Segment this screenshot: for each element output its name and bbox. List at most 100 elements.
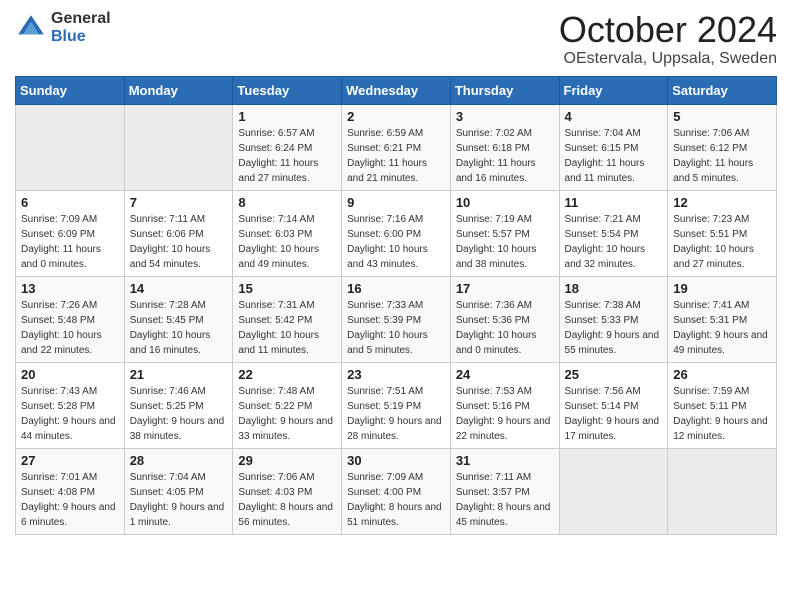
day-number: 8: [238, 195, 337, 210]
day-number: 31: [456, 453, 555, 468]
day-number: 17: [456, 281, 555, 296]
logo-icon: [15, 12, 47, 44]
weekday-header-sunday: Sunday: [16, 76, 125, 104]
calendar-cell: 29 Sunrise: 7:06 AMSunset: 4:03 PMDayligh…: [233, 448, 342, 534]
calendar-cell: [668, 448, 777, 534]
weekday-header-row: SundayMondayTuesdayWednesdayThursdayFrid…: [16, 76, 777, 104]
calendar-cell: 6Sunrise: 7:09 AMSunset: 6:09 PMDaylight…: [16, 190, 125, 276]
logo: General Blue: [15, 10, 111, 45]
day-info: Sunrise: 7:19 AMSunset: 5:57 PMDaylight:…: [456, 212, 555, 272]
calendar-cell: 12 Sunrise: 7:23 AMSunset: 5:51 PMDayligh…: [668, 190, 777, 276]
calendar-week-4: 20 Sunrise: 7:43 AMSunset: 5:28 PMDayligh…: [16, 362, 777, 448]
calendar-cell: 20 Sunrise: 7:43 AMSunset: 5:28 PMDayligh…: [16, 362, 125, 448]
calendar-cell: 9Sunrise: 7:16 AMSunset: 6:00 PMDaylight…: [342, 190, 451, 276]
day-info: Sunrise: 7:11 AMSunset: 6:06 PMDaylight:…: [130, 212, 229, 272]
calendar-cell: 31 Sunrise: 7:11 AMSunset: 3:57 PMDayligh…: [450, 448, 559, 534]
calendar-cell: 7 Sunrise: 7:11 AMSunset: 6:06 PMDaylight…: [124, 190, 233, 276]
calendar-cell: 24 Sunrise: 7:53 AMSunset: 5:16 PMDayligh…: [450, 362, 559, 448]
day-number: 23: [347, 367, 446, 382]
weekday-header-friday: Friday: [559, 76, 668, 104]
calendar-week-2: 6Sunrise: 7:09 AMSunset: 6:09 PMDaylight…: [16, 190, 777, 276]
weekday-header-monday: Monday: [124, 76, 233, 104]
day-number: 2: [347, 109, 446, 124]
day-info: Sunrise: 7:48 AMSunset: 5:22 PMDaylight:…: [238, 384, 337, 444]
day-number: 3: [456, 109, 555, 124]
day-number: 24: [456, 367, 555, 382]
weekday-header-tuesday: Tuesday: [233, 76, 342, 104]
day-number: 15: [238, 281, 337, 296]
day-info: Sunrise: 7:23 AMSunset: 5:51 PMDaylight:…: [673, 212, 772, 272]
calendar-cell: 14Sunrise: 7:28 AMSunset: 5:45 PMDayligh…: [124, 276, 233, 362]
calendar-cell: 10 Sunrise: 7:19 AMSunset: 5:57 PMDayligh…: [450, 190, 559, 276]
calendar-cell: [559, 448, 668, 534]
calendar-cell: 19Sunrise: 7:41 AMSunset: 5:31 PMDayligh…: [668, 276, 777, 362]
day-number: 14: [130, 281, 229, 296]
day-number: 20: [21, 367, 120, 382]
calendar-week-5: 27 Sunrise: 7:01 AMSunset: 4:08 PMDayligh…: [16, 448, 777, 534]
day-number: 12: [673, 195, 772, 210]
weekday-header-saturday: Saturday: [668, 76, 777, 104]
day-info: Sunrise: 7:01 AMSunset: 4:08 PMDaylight:…: [21, 470, 120, 530]
calendar-table: SundayMondayTuesdayWednesdayThursdayFrid…: [15, 76, 777, 535]
day-number: 18: [565, 281, 664, 296]
day-info: Sunrise: 6:57 AMSunset: 6:24 PMDaylight:…: [238, 126, 337, 186]
calendar-cell: 25Sunrise: 7:56 AMSunset: 5:14 PMDayligh…: [559, 362, 668, 448]
day-number: 6: [21, 195, 120, 210]
logo-blue: Blue: [51, 28, 111, 46]
day-number: 28: [130, 453, 229, 468]
day-number: 1: [238, 109, 337, 124]
calendar-cell: 27 Sunrise: 7:01 AMSunset: 4:08 PMDayligh…: [16, 448, 125, 534]
day-info: Sunrise: 7:53 AMSunset: 5:16 PMDaylight:…: [456, 384, 555, 444]
day-number: 22: [238, 367, 337, 382]
calendar-cell: [16, 104, 125, 190]
logo-general: General: [51, 10, 111, 28]
day-info: Sunrise: 7:04 AMSunset: 6:15 PMDaylight:…: [565, 126, 664, 186]
day-number: 29: [238, 453, 337, 468]
weekday-header-wednesday: Wednesday: [342, 76, 451, 104]
day-info: Sunrise: 7:33 AMSunset: 5:39 PMDaylight:…: [347, 298, 446, 358]
day-info: Sunrise: 7:09 AMSunset: 4:00 PMDaylight:…: [347, 470, 446, 530]
day-info: Sunrise: 7:14 AMSunset: 6:03 PMDaylight:…: [238, 212, 337, 272]
day-info: Sunrise: 7:59 AMSunset: 5:11 PMDaylight:…: [673, 384, 772, 444]
month-title: October 2024: [559, 10, 777, 50]
calendar-cell: 5 Sunrise: 7:06 AMSunset: 6:12 PMDaylight…: [668, 104, 777, 190]
day-number: 5: [673, 109, 772, 124]
day-info: Sunrise: 7:46 AMSunset: 5:25 PMDaylight:…: [130, 384, 229, 444]
day-info: Sunrise: 7:26 AMSunset: 5:48 PMDaylight:…: [21, 298, 120, 358]
day-number: 4: [565, 109, 664, 124]
day-info: Sunrise: 7:36 AMSunset: 5:36 PMDaylight:…: [456, 298, 555, 358]
calendar-cell: 18Sunrise: 7:38 AMSunset: 5:33 PMDayligh…: [559, 276, 668, 362]
day-info: Sunrise: 7:06 AMSunset: 4:03 PMDaylight:…: [238, 470, 337, 530]
calendar-cell: 8 Sunrise: 7:14 AMSunset: 6:03 PMDaylight…: [233, 190, 342, 276]
day-number: 19: [673, 281, 772, 296]
calendar-cell: 4 Sunrise: 7:04 AMSunset: 6:15 PMDaylight…: [559, 104, 668, 190]
weekday-header-thursday: Thursday: [450, 76, 559, 104]
day-number: 21: [130, 367, 229, 382]
day-info: Sunrise: 7:02 AMSunset: 6:18 PMDaylight:…: [456, 126, 555, 186]
day-number: 7: [130, 195, 229, 210]
day-number: 16: [347, 281, 446, 296]
day-number: 26: [673, 367, 772, 382]
day-info: Sunrise: 7:31 AMSunset: 5:42 PMDaylight:…: [238, 298, 337, 358]
calendar-cell: 13 Sunrise: 7:26 AMSunset: 5:48 PMDayligh…: [16, 276, 125, 362]
day-number: 13: [21, 281, 120, 296]
calendar-cell: 3 Sunrise: 7:02 AMSunset: 6:18 PMDaylight…: [450, 104, 559, 190]
calendar-cell: 2 Sunrise: 6:59 AMSunset: 6:21 PMDaylight…: [342, 104, 451, 190]
day-number: 10: [456, 195, 555, 210]
calendar-cell: 1 Sunrise: 6:57 AMSunset: 6:24 PMDaylight…: [233, 104, 342, 190]
day-info: Sunrise: 7:43 AMSunset: 5:28 PMDaylight:…: [21, 384, 120, 444]
day-info: Sunrise: 7:51 AMSunset: 5:19 PMDaylight:…: [347, 384, 446, 444]
day-number: 30: [347, 453, 446, 468]
logo-text: General Blue: [51, 10, 111, 45]
location-subtitle: OEstervala, Uppsala, Sweden: [559, 50, 777, 68]
day-number: 25: [565, 367, 664, 382]
day-info: Sunrise: 7:11 AMSunset: 3:57 PMDaylight:…: [456, 470, 555, 530]
calendar-cell: [124, 104, 233, 190]
day-number: 11: [565, 195, 664, 210]
calendar-cell: 15 Sunrise: 7:31 AMSunset: 5:42 PMDayligh…: [233, 276, 342, 362]
day-info: Sunrise: 7:21 AMSunset: 5:54 PMDaylight:…: [565, 212, 664, 272]
day-info: Sunrise: 6:59 AMSunset: 6:21 PMDaylight:…: [347, 126, 446, 186]
day-number: 27: [21, 453, 120, 468]
calendar-cell: 22 Sunrise: 7:48 AMSunset: 5:22 PMDayligh…: [233, 362, 342, 448]
day-info: Sunrise: 7:06 AMSunset: 6:12 PMDaylight:…: [673, 126, 772, 186]
